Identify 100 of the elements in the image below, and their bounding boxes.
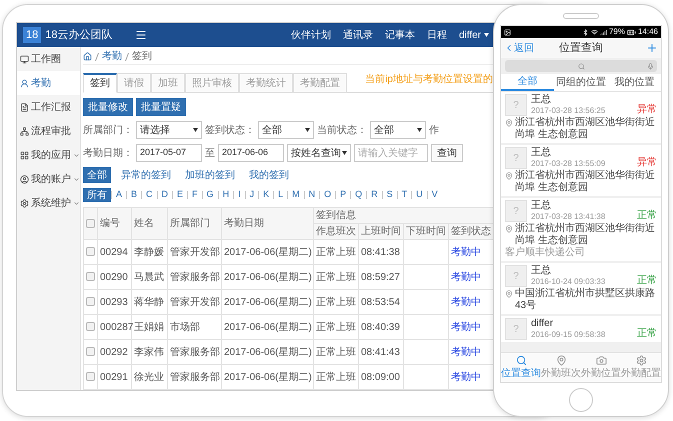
checkbox[interactable] xyxy=(86,372,95,381)
keyword-input[interactable]: 请输入关键字 xyxy=(354,144,428,162)
sidebar-item[interactable]: 考勤 xyxy=(17,71,80,95)
status-tag: 正常 xyxy=(637,275,657,287)
letter-filter[interactable]: U xyxy=(412,188,427,202)
add-icon[interactable] xyxy=(646,42,658,54)
microphone-icon[interactable] xyxy=(647,62,654,70)
bottom-tab[interactable]: 外勤位置 xyxy=(581,353,621,382)
letter-filter[interactable]: 所有 xyxy=(83,188,111,202)
sidebar-item[interactable]: 系统维护 xyxy=(17,191,80,215)
bottom-tab[interactable]: 位置查询 xyxy=(501,353,541,382)
checkbox[interactable] xyxy=(86,322,95,331)
letter-filter[interactable]: P xyxy=(336,188,350,202)
letter-filter[interactable]: G xyxy=(202,188,218,202)
search-field[interactable] xyxy=(505,60,657,72)
bottom-tab[interactable]: 外勤配置 xyxy=(621,353,661,382)
location-card[interactable]: ? 王总 2017-03-28 13:41:38 正常 浙江省杭州市西湖区池华街街近尚埠 生态创意园 客户顺丰快递公司 xyxy=(501,198,661,261)
map-pin-icon xyxy=(505,290,513,298)
person-name: 王总 xyxy=(531,200,552,212)
sidebar-item[interactable]: 我的账户 xyxy=(17,167,80,191)
nav-link[interactable]: 记事本 xyxy=(384,28,415,42)
letter-filter[interactable]: H xyxy=(218,188,234,202)
select-field[interactable]: 全部 xyxy=(258,121,314,139)
letter-filter[interactable]: O xyxy=(320,188,336,202)
breadcrumb-link[interactable]: 签到 xyxy=(132,49,152,64)
letter-filter[interactable]: C xyxy=(142,188,157,202)
bottom-tab[interactable]: 外勤班次 xyxy=(541,353,581,382)
table-cell: 正常上班 xyxy=(314,314,358,340)
letter-filter[interactable]: B xyxy=(127,188,142,202)
letter-filter[interactable]: L xyxy=(274,188,288,202)
home-button[interactable] xyxy=(569,388,593,412)
table-row[interactable]: 00293 蒋华静 管家开发部 2017-06-06(星期二) 正常上班 08:53:54 考勤中 xyxy=(84,290,494,314)
sidebar-item[interactable]: 流程审批 xyxy=(17,119,80,143)
filter-tab[interactable]: 全部 xyxy=(83,167,111,183)
letter-filter[interactable]: A xyxy=(112,188,126,202)
date-field[interactable]: 2017-06-06 xyxy=(218,144,284,162)
letter-filter[interactable]: I xyxy=(234,188,245,202)
search-button[interactable]: 查询 xyxy=(431,144,463,162)
letter-filter[interactable]: J xyxy=(246,188,258,202)
table-row[interactable]: 00291 徐光业 管家服务部 2017-06-06(星期二) 正常上班 08:09:00 考勤中 xyxy=(84,364,494,390)
table-row[interactable]: 00294 李静媛 管家开发部 2017-06-06(星期二) 正常上班 08:41:38 考勤中 xyxy=(84,240,494,264)
letter-filter[interactable]: N xyxy=(304,188,320,202)
letter-filter[interactable]: E xyxy=(173,188,188,202)
breadcrumb-link[interactable]: 考勤 xyxy=(102,49,122,64)
letter-filter[interactable]: M xyxy=(288,188,304,202)
letter-filter[interactable]: K xyxy=(259,188,274,202)
letter-filter[interactable]: R xyxy=(367,188,382,202)
location-card[interactable]: ? 王总 2017-03-28 13:56:25 异常 浙江省杭州市西湖区池华街街近尚埠 生态创意园 xyxy=(501,92,661,143)
tab[interactable]: 考勤配置 xyxy=(293,73,347,93)
back-button[interactable]: 返回 xyxy=(504,40,544,56)
checkbox[interactable] xyxy=(86,247,95,256)
filter-tab[interactable]: 异常的签到 xyxy=(117,167,175,183)
tab[interactable]: 照片审核 xyxy=(185,73,239,93)
home-icon[interactable] xyxy=(83,52,92,61)
user-menu[interactable]: differ xyxy=(458,28,489,42)
tab[interactable]: 考勤统计 xyxy=(239,73,293,93)
letter-filter[interactable]: D xyxy=(158,188,172,202)
tab[interactable]: 请假 xyxy=(117,73,151,93)
avatar-placeholder: ? xyxy=(505,265,527,287)
action-button[interactable]: 批量修改 xyxy=(83,98,133,116)
nav-link[interactable]: 通讯录 xyxy=(342,28,373,42)
action-button[interactable]: 批量置疑 xyxy=(136,98,186,116)
checkbox[interactable] xyxy=(86,297,95,306)
table-cell: 2017-06-06(星期二) xyxy=(222,290,314,314)
select-field[interactable]: 请选择 xyxy=(136,121,202,139)
person-icon xyxy=(20,78,29,88)
sidebar-item[interactable]: 工作汇报 xyxy=(17,95,80,119)
letter-filter[interactable]: S xyxy=(382,188,397,202)
screen-title: 位置查询 xyxy=(558,40,604,56)
filter-tab[interactable]: 我的签到 xyxy=(245,167,293,183)
letter-filter[interactable]: T xyxy=(398,188,412,202)
table-row[interactable]: 00290 马晨武 管家服务部 2017-06-06(星期二) 正常上班 08:59:27 考勤中 xyxy=(84,264,494,290)
location-card[interactable]: ? 王总 2017-03-28 13:55:09 异常 浙江省杭州市西湖区池华街街近尚埠 生态创意园 xyxy=(501,145,661,196)
tab[interactable]: 签到 xyxy=(83,73,117,93)
menu-icon[interactable] xyxy=(134,29,146,41)
checkbox[interactable] xyxy=(86,272,95,281)
tab[interactable]: 同组的位置 xyxy=(554,74,608,91)
date-field[interactable]: 2017-05-07 xyxy=(136,144,202,162)
map-pin-icon xyxy=(505,119,513,127)
checkbox[interactable] xyxy=(86,218,95,228)
gear-icon xyxy=(636,354,646,366)
select-field[interactable]: 全部 xyxy=(370,121,426,139)
table-row[interactable]: 00292 李家伟 管家服务部 2017-06-06(星期二) 正常上班 08:41:43 考勤中 xyxy=(84,340,494,364)
nav-link[interactable]: 日程 xyxy=(426,28,447,42)
select-field[interactable]: 按姓名查询 xyxy=(287,144,351,162)
location-card[interactable]: ? 王总 2016-10-24 09:03:33 正常 中国浙江省杭州市拱墅区拱康路43号 xyxy=(501,263,661,314)
location-card[interactable]: ? differ 2016-09-15 09:58:38 正常 xyxy=(501,316,661,342)
nav-link[interactable]: 伙伴计划 xyxy=(290,28,331,42)
timestamp: 2017-03-28 13:55:09 xyxy=(531,159,606,169)
checkbox[interactable] xyxy=(86,347,95,356)
letter-filter[interactable]: V xyxy=(428,188,442,202)
table-cell xyxy=(404,240,448,264)
tab[interactable]: 加班 xyxy=(151,73,185,93)
filter-tab[interactable]: 加班的签到 xyxy=(181,167,239,183)
letter-filter[interactable]: F xyxy=(188,188,202,202)
sidebar-item[interactable]: 我的应用 xyxy=(17,143,80,167)
table-row[interactable]: 000287王娟娟 市场部 2017-06-06(星期二) 正常上班 08:40:39 考勤中 xyxy=(84,314,494,340)
sidebar-item[interactable]: 工作圈 xyxy=(17,47,80,71)
letter-filter[interactable]: Q xyxy=(351,188,366,202)
tab[interactable]: 我的位置 xyxy=(608,74,661,91)
